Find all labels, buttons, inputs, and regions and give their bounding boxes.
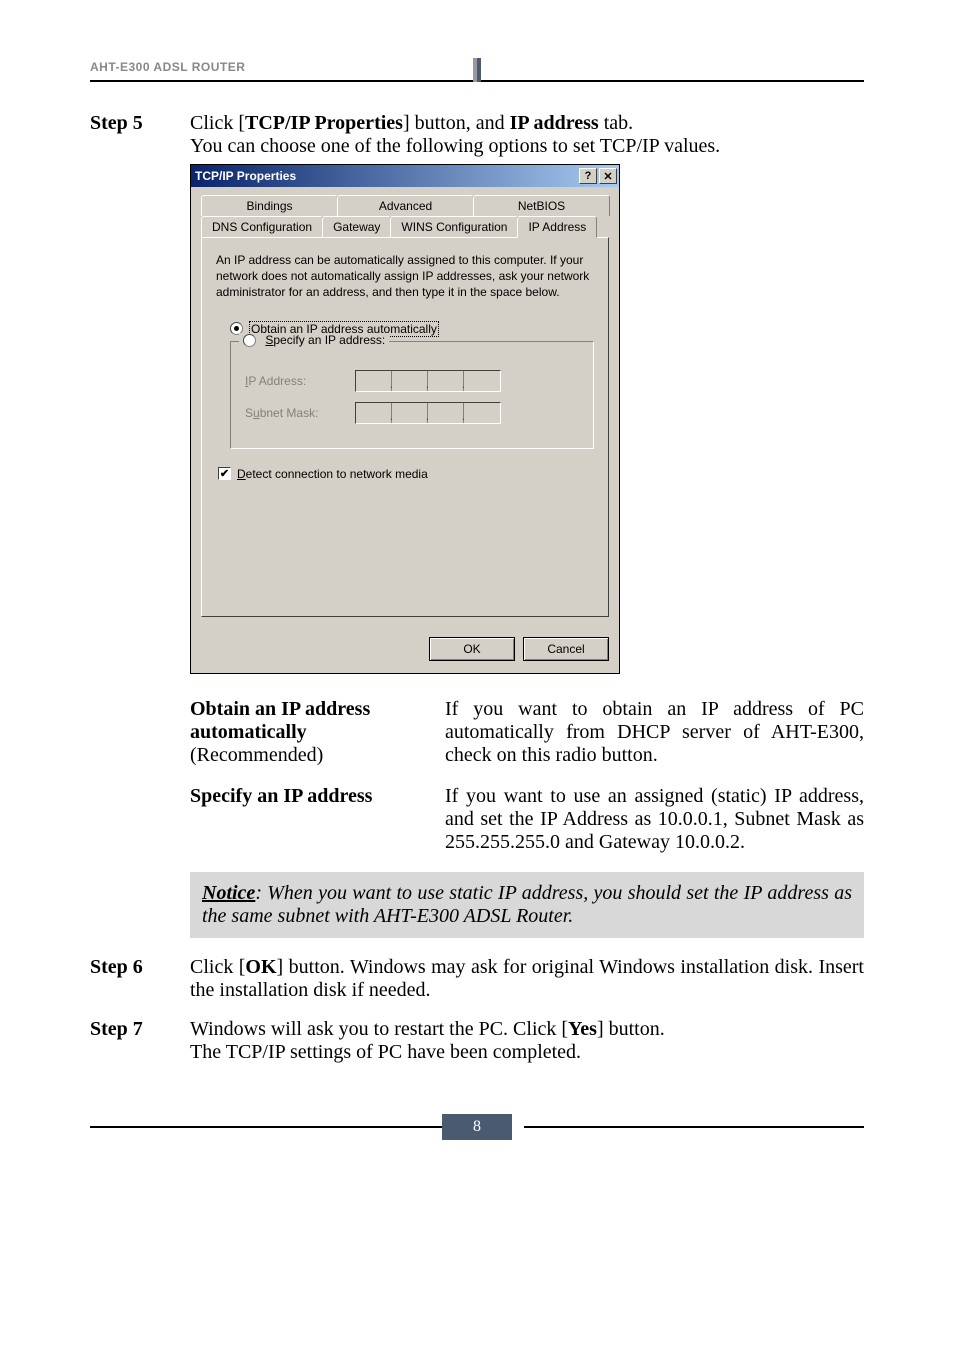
detect-connection-checkbox[interactable]: ✔ Detect connection to network media: [218, 467, 594, 481]
option1-title: Obtain an IP address automatically (Reco…: [190, 698, 445, 767]
ip-address-row: IP Address:: [245, 370, 579, 392]
tab-panel: An IP address can be automatically assig…: [201, 237, 609, 617]
option-obtain-auto: Obtain an IP address automatically (Reco…: [190, 698, 864, 767]
tcpip-properties-dialog: TCP/IP Properties ? ✕ Bindings Advanced …: [190, 164, 620, 674]
dialog-body: Bindings Advanced NetBIOS DNS Configurat…: [191, 187, 619, 627]
help-icon: ?: [585, 170, 592, 182]
tab-dns[interactable]: DNS Configuration: [201, 216, 323, 237]
radio-specify[interactable]: Specify an IP address:: [239, 333, 389, 347]
step6-row: Step 6 Click [OK] button. Windows may as…: [90, 956, 864, 1002]
step7-row: Step 7 Windows will ask you to restart t…: [90, 1018, 864, 1064]
tab-ip-address[interactable]: IP Address: [517, 216, 597, 238]
dialog-title: TCP/IP Properties: [195, 169, 577, 183]
tabs-back-row: Bindings Advanced NetBIOS: [201, 195, 609, 216]
cancel-button[interactable]: Cancel: [523, 637, 609, 661]
footer-line: [524, 1126, 864, 1128]
option2-title: Specify an IP address: [190, 785, 445, 854]
step7-label: Step 7: [90, 1018, 190, 1041]
tab-advanced[interactable]: Advanced: [337, 195, 474, 216]
page-footer: 8: [90, 1114, 864, 1140]
header-title: AHT-E300 ADSL ROUTER: [90, 60, 245, 74]
notice-box: Notice: When you want to use static IP a…: [190, 872, 864, 938]
page-number: 8: [442, 1114, 512, 1140]
subnet-input[interactable]: [355, 402, 501, 424]
close-button[interactable]: ✕: [599, 168, 617, 184]
specify-groupbox: Specify an IP address: IP Address: Subne…: [230, 341, 594, 449]
tabs-front-row: DNS Configuration Gateway WINS Configura…: [201, 216, 609, 237]
dialog-description: An IP address can be automatically assig…: [216, 252, 594, 301]
ok-button[interactable]: OK: [429, 637, 515, 661]
option2-desc: If you want to use an assigned (static) …: [445, 785, 864, 854]
tab-gateway[interactable]: Gateway: [322, 216, 391, 237]
step5-body: Click [TCP/IP Properties] button, and IP…: [190, 112, 864, 158]
footer-line: [90, 1126, 442, 1128]
radio-specify-label: Specify an IP address:: [265, 333, 385, 347]
checkbox-icon: ✔: [218, 467, 231, 480]
tab-wins[interactable]: WINS Configuration: [390, 216, 518, 237]
step7-body: Windows will ask you to restart the PC. …: [190, 1018, 864, 1064]
help-button[interactable]: ?: [579, 168, 597, 184]
step5-label: Step 5: [90, 112, 190, 135]
subnet-label: Subnet Mask:: [245, 406, 355, 420]
dialog-wrap: TCP/IP Properties ? ✕ Bindings Advanced …: [190, 164, 864, 674]
step6-label: Step 6: [90, 956, 190, 979]
dialog-buttons: OK Cancel: [191, 627, 619, 673]
step5-row: Step 5 Click [TCP/IP Properties] button,…: [90, 112, 864, 158]
step6-body: Click [OK] button. Windows may ask for o…: [190, 956, 864, 1002]
close-icon: ✕: [603, 170, 612, 183]
notice-label: Notice: [202, 882, 255, 904]
header-ornament: [473, 58, 481, 82]
ip-address-input[interactable]: [355, 370, 501, 392]
tab-bindings[interactable]: Bindings: [201, 195, 338, 216]
dialog-titlebar: TCP/IP Properties ? ✕: [191, 165, 619, 187]
ip-address-label: IP Address:: [245, 374, 355, 388]
detect-label: Detect connection to network media: [237, 467, 428, 481]
subnet-row: Subnet Mask:: [245, 402, 579, 424]
radio-icon: [243, 334, 256, 347]
option-specify: Specify an IP address If you want to use…: [190, 785, 864, 854]
notice-text: : When you want to use static IP address…: [202, 882, 852, 927]
page-header: AHT-E300 ADSL ROUTER: [90, 60, 864, 82]
option1-desc: If you want to obtain an IP address of P…: [445, 698, 864, 767]
tab-netbios[interactable]: NetBIOS: [473, 195, 610, 216]
